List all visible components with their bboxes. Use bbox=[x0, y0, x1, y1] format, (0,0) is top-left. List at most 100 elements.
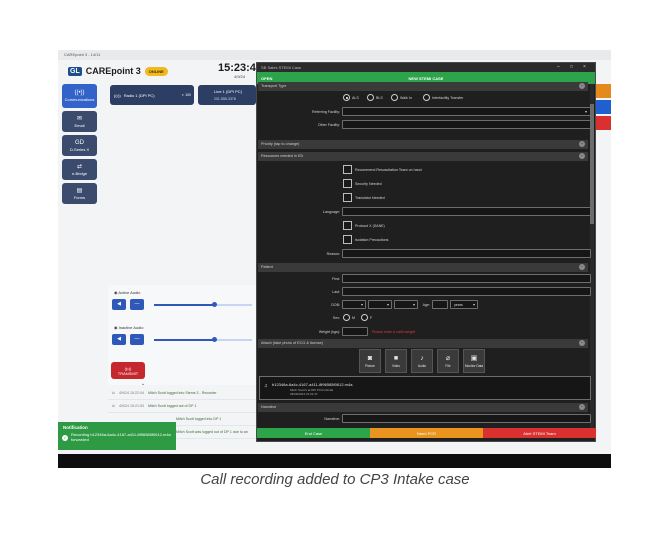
collapse-icon[interactable]: − bbox=[579, 264, 585, 270]
slider-knob[interactable] bbox=[212, 337, 218, 342]
narrative-input[interactable] bbox=[342, 414, 591, 423]
radio-als[interactable] bbox=[343, 94, 350, 101]
first-name-input[interactable] bbox=[342, 274, 591, 283]
radio-sex-m[interactable] bbox=[343, 314, 350, 321]
line-card-number: 201-555-3378 bbox=[214, 97, 236, 101]
collapse-icon[interactable]: − bbox=[579, 83, 585, 89]
radio-card-label: Radio 1 (DPI PC) bbox=[123, 92, 155, 98]
checkbox-resuscitation[interactable] bbox=[343, 165, 352, 174]
section-transport-type[interactable]: Transport Type − bbox=[258, 82, 588, 91]
attachment-item[interactable]: ♫ b12346a-6a4c-4167-a411-8f96585f0612.m4… bbox=[259, 376, 591, 400]
dseries-icon: GD bbox=[75, 139, 84, 146]
attach-monitor-button[interactable]: ▣ Monitor Data bbox=[463, 349, 485, 373]
notification-toast[interactable]: Notification ✓ Recording b12346a-6a4c-41… bbox=[58, 422, 176, 450]
active-audio-slider[interactable] bbox=[154, 302, 252, 307]
nav-item-forms[interactable]: ▤ Forms bbox=[62, 183, 97, 204]
nav-label: Email bbox=[74, 122, 85, 128]
slider-knob[interactable] bbox=[212, 302, 218, 307]
minimize-icon[interactable]: – bbox=[557, 64, 560, 70]
log-time: 4/9/24 15:22:04 bbox=[119, 391, 144, 395]
age-unit-select[interactable]: years ▾ bbox=[450, 300, 478, 309]
checkbox-security[interactable] bbox=[343, 179, 352, 188]
alert-stemi-team-button[interactable]: Alert STEMI Team bbox=[483, 428, 596, 438]
attach-audio-button[interactable]: ♪ Audio bbox=[411, 349, 433, 373]
dob-day-select[interactable]: ▾ bbox=[368, 300, 392, 309]
field-label: Referring Facility: bbox=[312, 110, 340, 114]
section-priority[interactable]: Priority (tap to change) + bbox=[258, 140, 588, 149]
need-pcr-button[interactable]: Need PCR bbox=[370, 428, 483, 438]
referring-facility-select[interactable]: ▾ bbox=[342, 107, 591, 116]
checkbox-protocol-x[interactable] bbox=[343, 221, 352, 230]
paperclip-icon: ⌀ bbox=[445, 354, 451, 362]
check-icon: ✓ bbox=[62, 435, 68, 441]
nav-item-dseries[interactable]: GD D-Series X bbox=[62, 135, 97, 156]
active-audio-text: Active Audio bbox=[118, 290, 141, 295]
checkbox-translator[interactable] bbox=[343, 193, 352, 202]
line-card-1[interactable]: Line 1 (DPI PC) 201-555-3378 bbox=[198, 85, 256, 105]
log-time: 4/9/24 15:21:53 bbox=[119, 404, 144, 408]
attachment-name: b12346a-6a4c-4167-a411-8f96585f0612.m4a bbox=[272, 382, 353, 387]
collapse-icon[interactable]: − bbox=[579, 153, 585, 159]
radio-sex-f[interactable] bbox=[361, 314, 368, 321]
tile-label: Video bbox=[391, 363, 401, 368]
radio-card-1[interactable]: ((•)) Radio 1 (DPI PC) r: 100 bbox=[110, 85, 194, 105]
radio-walk-in[interactable] bbox=[391, 94, 398, 101]
nav-label: Forms bbox=[73, 194, 86, 200]
attach-file-button[interactable]: ⌀ File bbox=[437, 349, 459, 373]
collapse-icon[interactable]: − bbox=[579, 340, 585, 346]
mute-button[interactable]: — bbox=[130, 299, 144, 310]
expand-icon[interactable]: + bbox=[579, 141, 585, 147]
last-name-input[interactable] bbox=[342, 287, 591, 296]
section-title: Resources needed in ED bbox=[261, 154, 304, 158]
dob-month-select[interactable]: ▾ bbox=[342, 300, 366, 309]
field-label: Other Facility: bbox=[317, 123, 340, 127]
side-button-orange[interactable] bbox=[594, 84, 611, 98]
reason-input[interactable] bbox=[342, 249, 591, 258]
tile-label: Audio bbox=[417, 363, 427, 368]
radio-bls[interactable] bbox=[367, 94, 374, 101]
check-icon: ⊙ bbox=[112, 404, 116, 408]
radio-label: ALS bbox=[352, 96, 359, 100]
checkbox-isolation[interactable] bbox=[343, 235, 352, 244]
close-icon[interactable]: × bbox=[583, 64, 586, 70]
weight-input[interactable] bbox=[342, 327, 368, 336]
side-button-blue[interactable] bbox=[594, 100, 611, 114]
radio-interfacility[interactable] bbox=[423, 94, 430, 101]
radio-icon: ((•)) bbox=[114, 92, 121, 98]
radio-label: Interfacility Transfer bbox=[432, 96, 464, 100]
end-case-button[interactable]: End Case bbox=[257, 428, 370, 438]
section-narrative[interactable]: Narrative − bbox=[258, 403, 588, 412]
left-nav: ((•)) Communications ✉ Email GD D-Series… bbox=[61, 84, 99, 207]
section-attach[interactable]: Attach (take photo of ECG & license) − bbox=[258, 339, 588, 348]
slider-fill bbox=[154, 304, 215, 306]
language-input[interactable] bbox=[342, 207, 591, 216]
radio-tower-icon: ((•)) bbox=[74, 90, 85, 96]
radio-label: M bbox=[352, 316, 355, 320]
section-resources[interactable]: Resources needed in ED − bbox=[258, 152, 588, 161]
section-title: Narrative bbox=[261, 405, 277, 409]
nav-label: e-Bridge bbox=[71, 170, 88, 176]
carepoint-logo: GL bbox=[68, 66, 82, 76]
speaker-icon[interactable]: ◀ bbox=[112, 299, 126, 310]
attach-video-button[interactable]: ■ Video bbox=[385, 349, 407, 373]
section-patient[interactable]: Patient − bbox=[258, 263, 588, 272]
collapse-icon[interactable]: − bbox=[579, 404, 585, 410]
active-audio-label: ◉ Active Audio bbox=[114, 290, 141, 295]
attach-picture-button[interactable]: ◙ Picture bbox=[359, 349, 381, 373]
radio-card-badge: r: 100 bbox=[182, 93, 191, 97]
nav-item-communications[interactable]: ((•)) Communications bbox=[62, 84, 97, 108]
nav-item-ebridge[interactable]: ⇄ e-Bridge bbox=[62, 159, 97, 180]
maximize-icon[interactable]: □ bbox=[570, 64, 573, 70]
nav-item-email[interactable]: ✉ Email bbox=[62, 111, 97, 132]
age-input[interactable] bbox=[432, 300, 448, 309]
inactive-audio-slider[interactable] bbox=[154, 337, 252, 342]
chevron-down-icon: ▾ bbox=[386, 302, 389, 307]
transmit-button[interactable]: ((•)) TRANSMIT bbox=[111, 362, 145, 379]
field-label: Age: bbox=[422, 303, 430, 307]
line-card-label: Line 1 (DPI PC) bbox=[214, 89, 243, 94]
speaker-icon[interactable]: ◀ bbox=[112, 334, 126, 345]
mute-button[interactable]: — bbox=[130, 334, 144, 345]
other-facility-input[interactable] bbox=[342, 120, 591, 129]
check-icon: ⊙ bbox=[112, 391, 116, 395]
side-button-red[interactable] bbox=[594, 116, 611, 130]
